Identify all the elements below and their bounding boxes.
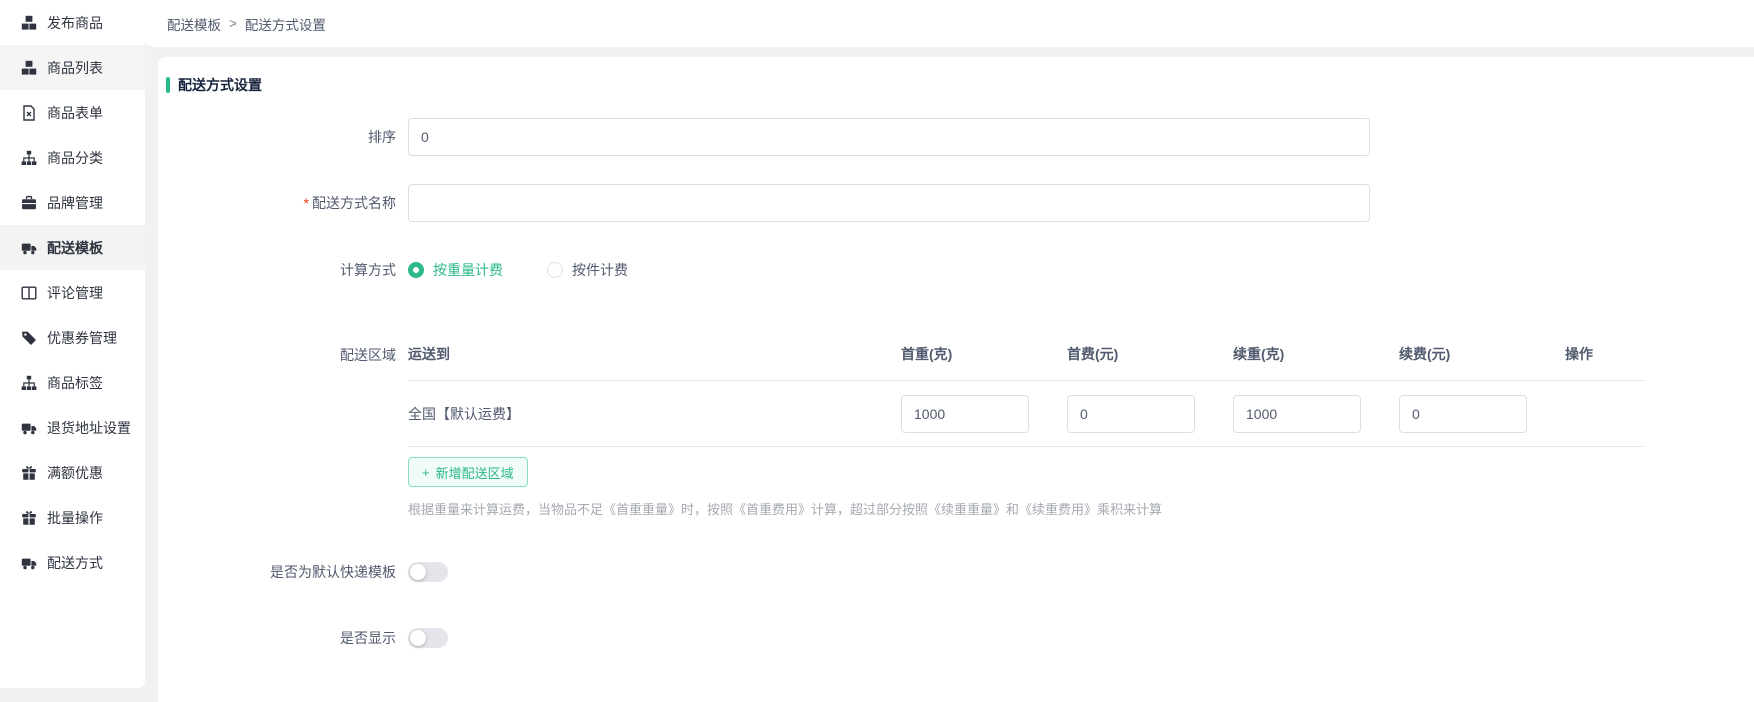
truck-icon [21, 420, 37, 436]
file-icon [21, 105, 37, 121]
sidebar-item-product-form[interactable]: 商品表单 [0, 90, 145, 135]
table-header-row: 运送到 首重(克) 首费(元) 续重(克) 续费(元) 操作 [408, 338, 1645, 381]
gift-icon [21, 465, 37, 481]
radio-by-weight-label[interactable]: 按重量计费 [433, 260, 503, 280]
tag-icon [21, 330, 37, 346]
form-row-name: *配送方式名称 [166, 184, 1754, 222]
continue-fee-input[interactable] [1399, 395, 1527, 433]
calc-method-radio-group: 按重量计费 按件计费 [408, 260, 628, 280]
briefcase-icon [21, 195, 37, 211]
required-asterisk: * [304, 195, 309, 211]
page-title-text: 配送方式设置 [178, 75, 262, 95]
radio-by-piece-label[interactable]: 按件计费 [572, 260, 628, 280]
col-continue-weight: 续重(克) [1233, 344, 1399, 364]
col-first-fee: 首费(元) [1067, 344, 1233, 364]
col-first-weight: 首重(克) [901, 344, 1067, 364]
columns-icon [21, 285, 37, 301]
sort-input[interactable] [408, 118, 1370, 156]
sidebar-item-batch-operation[interactable]: 批量操作 [0, 495, 145, 540]
cubes-icon [21, 60, 37, 76]
breadcrumb-separator: > [229, 16, 237, 31]
sidebar-item-label: 商品分类 [47, 148, 103, 168]
default-template-label: 是否为默认快递模板 [166, 562, 408, 582]
col-actions: 操作 [1565, 344, 1645, 364]
col-continue-fee: 续费(元) [1399, 344, 1565, 364]
sidebar-item-label: 评论管理 [47, 283, 103, 303]
gift-icon [21, 510, 37, 526]
name-label-text: 配送方式名称 [312, 195, 396, 211]
form-row-delivery-area: 配送区域 运送到 首重(克) 首费(元) 续重(克) 续费(元) 操作 全国【默… [166, 338, 1754, 518]
delivery-area-label: 配送区域 [166, 338, 408, 365]
page-title: 配送方式设置 [166, 75, 1754, 95]
sidebar-item-delivery-method[interactable]: 配送方式 [0, 540, 145, 585]
sidebar-item-brand-management[interactable]: 品牌管理 [0, 180, 145, 225]
toggle-knob [410, 564, 426, 580]
sidebar-item-label: 配送模板 [47, 238, 103, 258]
add-delivery-area-button[interactable]: + 新增配送区域 [408, 457, 528, 487]
main-area: 配送模板 > 配送方式设置 配送方式设置 排序 *配送方式名称 计算方式 按重量… [145, 0, 1754, 702]
sidebar-item-publish-product[interactable]: 发布商品 [0, 0, 145, 45]
cubes-icon [21, 15, 37, 31]
radio-by-piece[interactable]: 按件计费 [547, 260, 628, 280]
radio-unselected-icon[interactable] [547, 262, 563, 278]
title-accent-bar [166, 77, 170, 93]
truck-icon [21, 240, 37, 256]
sidebar: 发布商品 商品列表 商品表单 商品分类 品牌管理 配送模板 评论管理 优惠券管理… [0, 0, 145, 688]
name-label: *配送方式名称 [166, 193, 408, 213]
sidebar-item-product-category[interactable]: 商品分类 [0, 135, 145, 180]
table-row: 全国【默认运费】 [408, 381, 1645, 447]
sort-label: 排序 [166, 127, 408, 147]
sitemap-icon [21, 375, 37, 391]
sidebar-item-label: 批量操作 [47, 508, 103, 528]
sidebar-item-label: 满额优惠 [47, 463, 103, 483]
sidebar-item-label: 商品表单 [47, 103, 103, 123]
sidebar-item-return-address[interactable]: 退货地址设置 [0, 405, 145, 450]
first-weight-input[interactable] [901, 395, 1029, 433]
breadcrumb-parent[interactable]: 配送模板 [167, 14, 221, 34]
add-delivery-area-label: 新增配送区域 [436, 463, 514, 482]
default-template-toggle[interactable] [408, 562, 448, 582]
sidebar-item-label: 品牌管理 [47, 193, 103, 213]
weight-calc-note: 根据重量来计算运费，当物品不足《首重重量》时，按照《首重费用》计算，超过部分按照… [408, 499, 1645, 518]
sidebar-item-label: 优惠券管理 [47, 328, 117, 348]
delivery-area-table: 运送到 首重(克) 首费(元) 续重(克) 续费(元) 操作 全国【默认运费】 [408, 338, 1645, 518]
continue-weight-input[interactable] [1233, 395, 1361, 433]
breadcrumb: 配送模板 > 配送方式设置 [145, 0, 1754, 47]
form-row-sort: 排序 [166, 118, 1754, 156]
col-ship-to: 运送到 [408, 344, 901, 364]
sidebar-item-product-tag[interactable]: 商品标签 [0, 360, 145, 405]
sidebar-item-coupon-management[interactable]: 优惠券管理 [0, 315, 145, 360]
radio-selected-icon[interactable] [408, 262, 424, 278]
content-card: 配送方式设置 排序 *配送方式名称 计算方式 按重量计费 按件计费 [158, 57, 1754, 702]
visible-toggle[interactable] [408, 628, 448, 648]
sidebar-item-review-management[interactable]: 评论管理 [0, 270, 145, 315]
visible-label: 是否显示 [166, 628, 408, 648]
sidebar-item-label: 发布商品 [47, 13, 103, 33]
first-fee-input[interactable] [1067, 395, 1195, 433]
sidebar-item-label: 商品列表 [47, 58, 103, 78]
calc-method-label: 计算方式 [166, 260, 408, 280]
plus-icon: + [422, 465, 430, 480]
sidebar-item-label: 配送方式 [47, 553, 103, 573]
sidebar-item-label: 商品标签 [47, 373, 103, 393]
sidebar-item-delivery-template[interactable]: 配送模板 [0, 225, 145, 270]
form-row-calc-method: 计算方式 按重量计费 按件计费 [166, 260, 1754, 280]
sidebar-item-label: 退货地址设置 [47, 418, 131, 438]
breadcrumb-current: 配送方式设置 [245, 14, 326, 34]
sitemap-icon [21, 150, 37, 166]
radio-by-weight[interactable]: 按重量计费 [408, 260, 503, 280]
toggle-knob [410, 630, 426, 646]
form-row-visible: 是否显示 [166, 628, 1754, 648]
form-row-default-template: 是否为默认快递模板 [166, 562, 1754, 582]
destination-label: 全国【默认运费】 [408, 404, 901, 424]
truck-icon [21, 555, 37, 571]
sidebar-item-full-discount[interactable]: 满额优惠 [0, 450, 145, 495]
sidebar-item-product-list[interactable]: 商品列表 [0, 45, 145, 90]
delivery-name-input[interactable] [408, 184, 1370, 222]
